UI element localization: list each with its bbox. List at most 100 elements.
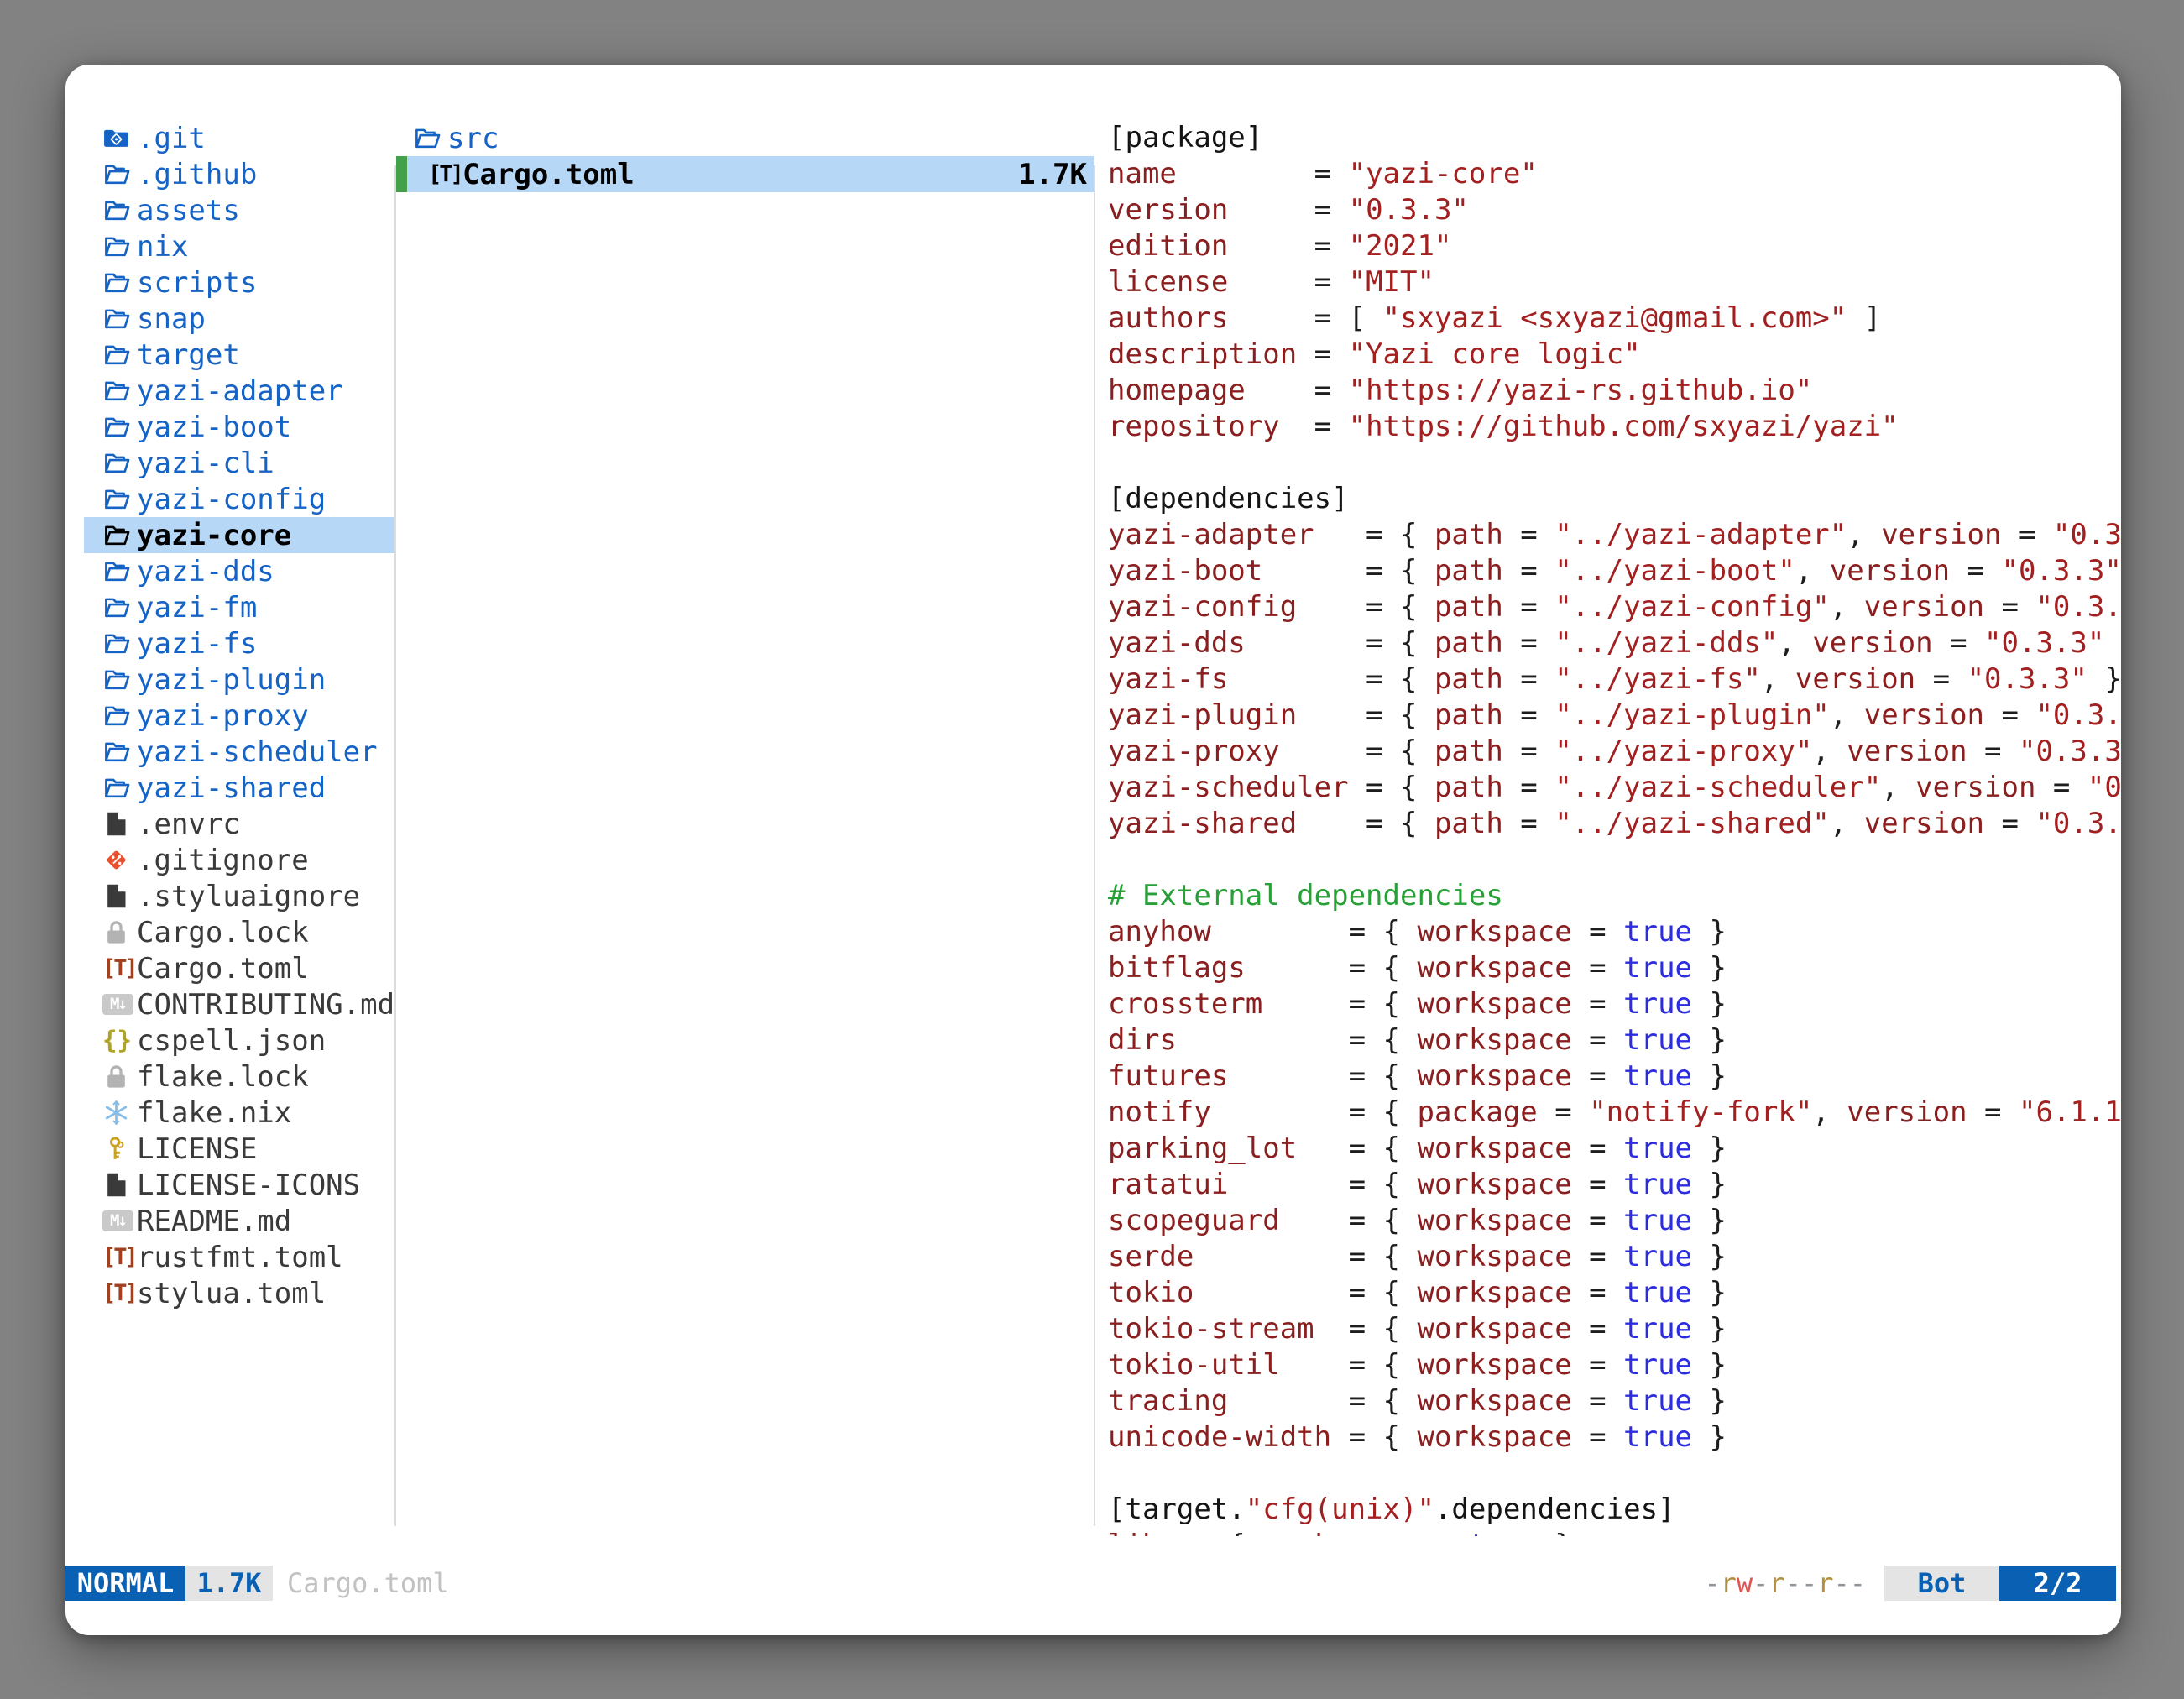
code-line: unicode-width = { workspace = true }	[1108, 1419, 2121, 1456]
toml-icon: [T]	[102, 1246, 137, 1268]
file-row[interactable]: {}cspell.json	[84, 1022, 394, 1059]
file-name: target	[137, 338, 240, 372]
toml-icon: [T]	[428, 163, 462, 186]
file-row[interactable]: .gitignore	[84, 842, 394, 878]
file-row[interactable]: yazi-adapter	[84, 373, 394, 409]
folder-open-icon	[102, 196, 137, 224]
file-row[interactable]: assets	[84, 192, 394, 228]
file-row[interactable]: yazi-core	[84, 517, 394, 553]
file-row[interactable]: LICENSE	[84, 1131, 394, 1167]
file-row[interactable]: flake.lock	[84, 1059, 394, 1095]
file-row[interactable]: .git	[84, 120, 394, 156]
file-row[interactable]: snap	[84, 301, 394, 337]
file-row[interactable]: M↓CONTRIBUTING.md	[84, 986, 394, 1022]
code-line: name = "yazi-core"	[1108, 156, 2121, 192]
folder-open-icon	[102, 413, 137, 441]
file-row[interactable]: yazi-plugin	[84, 661, 394, 698]
file-name: snap	[137, 302, 206, 336]
folder-open-icon	[102, 630, 137, 657]
file-name: yazi-scheduler	[137, 735, 378, 769]
file-name: yazi-shared	[137, 771, 326, 805]
code-line	[1108, 445, 2121, 481]
file-row[interactable]: src	[396, 120, 1094, 156]
preview-pane: [package]name = "yazi-core"version = "0.…	[1095, 120, 2121, 1536]
file-row[interactable]: yazi-dds	[84, 553, 394, 589]
file-name: .envrc	[137, 808, 240, 841]
code-line: repository = "https://github.com/sxyazi/…	[1108, 409, 2121, 445]
json-icon: {}	[102, 1028, 137, 1053]
file-row[interactable]: yazi-scheduler	[84, 734, 394, 770]
file-name: scripts	[137, 266, 257, 300]
key-icon	[102, 1135, 137, 1163]
folder-open-icon	[102, 305, 137, 332]
file-row[interactable]: yazi-cli	[84, 445, 394, 481]
file-row[interactable]: LICENSE-ICONS	[84, 1167, 394, 1203]
folder-open-icon	[102, 485, 137, 513]
file-name: .git	[137, 122, 206, 155]
code-line: yazi-fs = { path = "../yazi-fs", version…	[1108, 661, 2121, 698]
git-icon	[102, 846, 137, 874]
git-folder-icon	[102, 124, 137, 152]
file-row[interactable]: .envrc	[84, 806, 394, 842]
code-line: version = "0.3.3"	[1108, 192, 2121, 228]
file-row[interactable]: [T]stylua.toml	[84, 1275, 394, 1311]
file-name: Cargo.lock	[137, 916, 309, 949]
lock-icon	[102, 918, 137, 946]
file-icon	[102, 810, 137, 838]
file-name: src	[447, 122, 499, 155]
file-name: cspell.json	[137, 1024, 326, 1058]
file-size-badge: 1.7K	[185, 1566, 273, 1601]
file-row[interactable]: target	[84, 337, 394, 373]
file-row[interactable]: yazi-shared	[84, 770, 394, 806]
md-icon: M↓	[102, 1210, 137, 1231]
folder-open-icon	[102, 269, 137, 296]
scroll-position-badge: Bot	[1884, 1566, 1999, 1601]
file-row[interactable]: yazi-fs	[84, 625, 394, 661]
file-name: yazi-plugin	[137, 663, 326, 697]
file-name: README.md	[137, 1205, 291, 1238]
folder-open-icon	[102, 702, 137, 729]
code-line: futures = { workspace = true }	[1108, 1059, 2121, 1095]
file-name: .gitignore	[137, 844, 309, 877]
folder-open-icon	[102, 233, 137, 260]
status-right: -rw-r--r-- Bot 2/2	[1704, 1566, 2116, 1601]
file-row[interactable]: scripts	[84, 264, 394, 301]
file-row[interactable]: [T]Cargo.toml1.7K	[396, 156, 1094, 192]
folder-open-icon	[102, 557, 137, 585]
code-line: yazi-adapter = { path = "../yazi-adapter…	[1108, 517, 2121, 553]
file-row[interactable]: .styluaignore	[84, 878, 394, 914]
code-line: bitflags = { workspace = true }	[1108, 950, 2121, 986]
file-name: yazi-boot	[137, 410, 291, 444]
file-name: Cargo.toml	[137, 952, 309, 985]
code-line: tokio-stream = { workspace = true }	[1108, 1311, 2121, 1347]
file-row[interactable]: yazi-config	[84, 481, 394, 517]
folder-open-icon	[102, 160, 137, 188]
code-line: [dependencies]	[1108, 481, 2121, 517]
file-row[interactable]: yazi-boot	[84, 409, 394, 445]
file-name: yazi-dds	[137, 555, 274, 588]
file-name: rustfmt.toml	[137, 1241, 343, 1274]
file-row[interactable]: .github	[84, 156, 394, 192]
file-name: yazi-core	[137, 519, 291, 552]
file-row[interactable]: yazi-fm	[84, 589, 394, 625]
file-row[interactable]: yazi-proxy	[84, 698, 394, 734]
file-name: stylua.toml	[137, 1277, 326, 1310]
code-line: serde = { workspace = true }	[1108, 1239, 2121, 1275]
code-line: [target."cfg(unix)".dependencies]	[1108, 1492, 2121, 1528]
file-row[interactable]: M↓README.md	[84, 1203, 394, 1239]
file-name: .github	[137, 158, 257, 191]
code-line: description = "Yazi core logic"	[1108, 337, 2121, 373]
file-row[interactable]: [T]Cargo.toml	[84, 950, 394, 986]
code-line: yazi-proxy = { path = "../yazi-proxy", v…	[1108, 734, 2121, 770]
file-row[interactable]: [T]rustfmt.toml	[84, 1239, 394, 1275]
file-row[interactable]: nix	[84, 228, 394, 264]
file-row[interactable]: flake.nix	[84, 1095, 394, 1131]
folder-open-icon	[102, 377, 137, 405]
file-row[interactable]: Cargo.lock	[84, 914, 394, 950]
file-name: yazi-config	[137, 483, 326, 516]
code-line: ratatui = { workspace = true }	[1108, 1167, 2121, 1203]
code-line: homepage = "https://yazi-rs.github.io"	[1108, 373, 2121, 409]
folder-open-icon	[102, 666, 137, 693]
code-line: tokio = { workspace = true }	[1108, 1275, 2121, 1311]
nix-icon	[102, 1099, 137, 1127]
